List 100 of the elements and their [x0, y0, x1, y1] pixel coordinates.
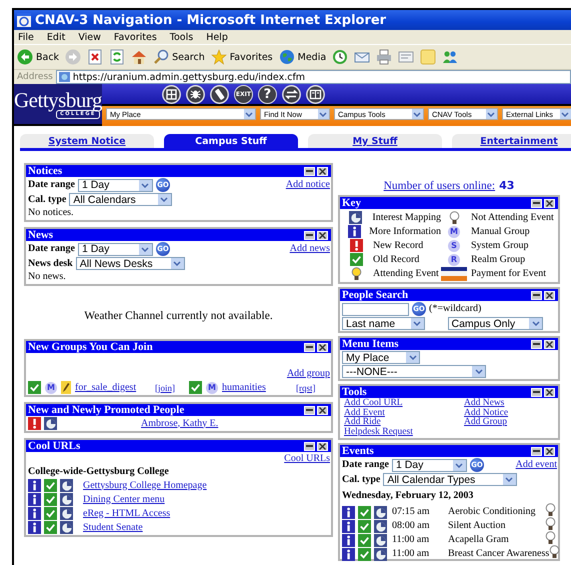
- media-button[interactable]: Media: [278, 49, 326, 65]
- minimize-button[interactable]: [304, 342, 315, 352]
- grid-icon[interactable]: [162, 84, 181, 104]
- add-link[interactable]: Cool URLs: [284, 453, 330, 465]
- address-field[interactable]: https://uranium.admin.gettysburg.edu/index.cfm: [56, 70, 571, 84]
- dropdown[interactable]: Last name: [342, 317, 424, 330]
- filter-label: Cal. type: [28, 194, 66, 206]
- event-link[interactable]: Aerobic Conditioning: [448, 506, 545, 518]
- tool-link[interactable]: Add Event: [344, 408, 385, 418]
- stop-icon: [87, 49, 104, 65]
- close-button[interactable]: [544, 340, 555, 348]
- swap-arrows-icon[interactable]: [282, 84, 301, 104]
- minimize-button[interactable]: [531, 388, 542, 396]
- url-link[interactable]: Gettysburg College Homepage: [83, 480, 207, 492]
- exclamation-icon: [28, 417, 41, 430]
- dropdown[interactable]: ---NONE---: [342, 365, 486, 378]
- close-icon: [546, 448, 553, 454]
- minimize-icon: [306, 234, 313, 236]
- search-button[interactable]: Search: [153, 49, 205, 65]
- light-bulb-icon: [448, 210, 460, 224]
- messenger-button[interactable]: [442, 49, 458, 65]
- person-link[interactable]: Ambrose, Kathy E.: [141, 418, 218, 430]
- menu-item[interactable]: Edit: [46, 32, 66, 42]
- group-link[interactable]: for_sale_digest: [75, 382, 151, 394]
- dropdown[interactable]: All Calendars: [69, 193, 172, 206]
- tab[interactable]: My Stuff: [308, 134, 442, 148]
- stop-button[interactable]: [87, 49, 104, 65]
- close-button[interactable]: [317, 442, 328, 450]
- tab[interactable]: System Notice: [20, 134, 154, 148]
- add-link[interactable]: Add event: [516, 459, 557, 471]
- book-icon[interactable]: [306, 84, 325, 104]
- add-link[interactable]: Add group: [286, 368, 330, 380]
- tool-link[interactable]: Add News: [464, 399, 504, 408]
- print-button[interactable]: [376, 49, 392, 65]
- home-button[interactable]: [131, 49, 148, 65]
- menu-item[interactable]: File: [18, 32, 34, 42]
- minimize-button[interactable]: [531, 198, 542, 208]
- users-online-link[interactable]: Number of users online:: [384, 180, 496, 192]
- phone-icon[interactable]: [210, 84, 229, 104]
- favorites-button[interactable]: Favorites: [210, 49, 273, 65]
- panel-title: News: [28, 229, 54, 241]
- window-title: CNAV-3 Navigation - Microsoft Internet Explorer: [35, 12, 386, 28]
- close-button[interactable]: [317, 342, 328, 352]
- dropdown[interactable]: All News Desks: [76, 257, 185, 270]
- add-link[interactable]: Add notice: [286, 179, 330, 191]
- group-link[interactable]: humanities: [222, 382, 292, 394]
- note-icon: [420, 49, 436, 65]
- search-field[interactable]: [342, 302, 409, 316]
- menu-item[interactable]: Tools: [170, 32, 194, 42]
- refresh-button[interactable]: [109, 49, 126, 65]
- close-button[interactable]: [544, 290, 555, 300]
- caret-icon: [173, 261, 182, 266]
- caret-icon: [505, 477, 514, 482]
- close-button[interactable]: [544, 388, 555, 396]
- tool-link[interactable]: Add Cool URL: [344, 399, 403, 408]
- tool-link[interactable]: Add Notice: [464, 408, 508, 418]
- event-link[interactable]: Silent Auction: [448, 520, 545, 532]
- url-link[interactable]: eReg - HTML Access: [83, 508, 170, 520]
- close-button[interactable]: [544, 198, 555, 208]
- add-link[interactable]: Add news: [290, 243, 330, 255]
- bug-icon[interactable]: [186, 84, 205, 104]
- nav-button[interactable]: ?: [258, 84, 277, 104]
- group-action-link[interactable]: [rqst]: [296, 382, 326, 394]
- dropdown[interactable]: Campus Only: [448, 317, 543, 330]
- tool-link[interactable]: Add Ride: [344, 418, 381, 428]
- event-link[interactable]: Breast Cancer Awareness: [448, 548, 550, 560]
- close-button[interactable]: [317, 166, 328, 176]
- check-icon: [28, 381, 41, 394]
- menu-item[interactable]: View: [78, 32, 101, 42]
- pie-chart-icon: [374, 534, 387, 546]
- info-icon: [342, 534, 355, 546]
- minimize-button[interactable]: [304, 230, 315, 240]
- tab[interactable]: Campus Stuff: [164, 134, 298, 148]
- dropdown[interactable]: 1 Day: [392, 458, 467, 472]
- minimize-button[interactable]: [531, 340, 542, 348]
- minimize-button[interactable]: [304, 166, 315, 176]
- menu-item[interactable]: Favorites: [114, 32, 157, 42]
- history-button[interactable]: [332, 49, 348, 65]
- dropdown[interactable]: 1 Day: [78, 242, 153, 256]
- minimize-button[interactable]: [531, 446, 542, 456]
- url-link[interactable]: Dining Center menu: [83, 494, 165, 506]
- url-link[interactable]: Student Senate: [83, 522, 143, 534]
- minimize-button[interactable]: [304, 442, 315, 450]
- dropdown[interactable]: 1 Day: [78, 178, 153, 192]
- close-button[interactable]: [544, 446, 555, 456]
- tool-link[interactable]: Helpdesk Request: [344, 428, 413, 437]
- group-action-link[interactable]: [join]: [155, 382, 185, 394]
- tab[interactable]: Entertainment: [452, 134, 571, 148]
- dropdown[interactable]: All Calendar Types: [383, 473, 517, 486]
- event-link[interactable]: Acapella Gram: [448, 534, 545, 546]
- caret-icon: [561, 112, 570, 116]
- back-button[interactable]: Back: [17, 49, 60, 65]
- menu-item[interactable]: Help: [206, 32, 228, 42]
- close-button[interactable]: [317, 406, 328, 414]
- dropdown[interactable]: My Place: [342, 351, 420, 364]
- minimize-button[interactable]: [531, 290, 542, 300]
- minimize-button[interactable]: [304, 406, 315, 414]
- check-icon: [44, 493, 57, 506]
- close-button[interactable]: [317, 230, 328, 240]
- tool-link[interactable]: Add Group: [464, 418, 508, 428]
